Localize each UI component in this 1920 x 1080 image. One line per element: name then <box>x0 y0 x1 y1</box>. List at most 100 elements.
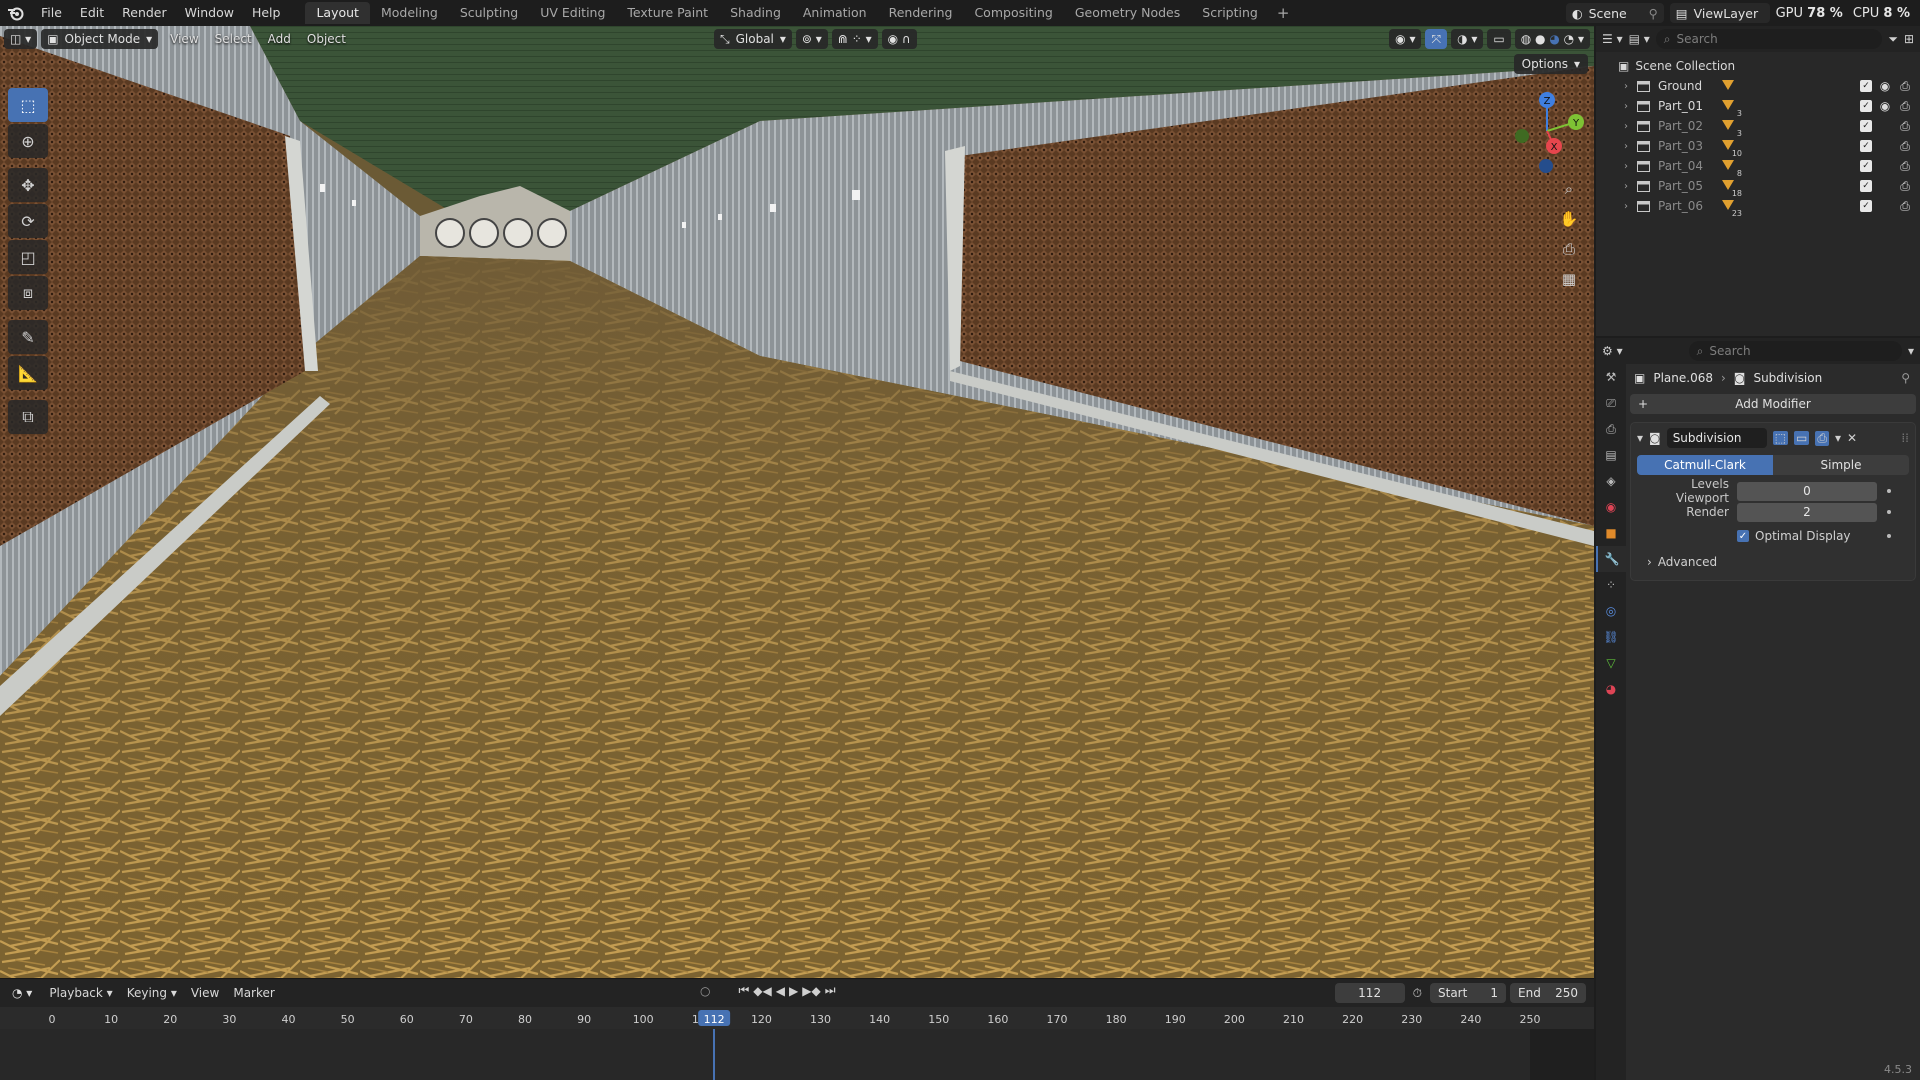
tab-world[interactable]: ◉ <box>1596 494 1626 520</box>
expand-arrow-icon[interactable]: › <box>1618 141 1634 152</box>
eye-icon[interactable]: ◉ <box>1878 99 1892 113</box>
drag-handle-icon[interactable]: ⁞⁞ <box>1901 431 1909 445</box>
tab-output[interactable]: ⎙ <box>1596 416 1626 442</box>
menu-window[interactable]: Window <box>176 0 243 26</box>
eye-icon[interactable]: ◉ <box>1878 79 1892 93</box>
expand-arrow-icon[interactable]: › <box>1618 201 1634 212</box>
move-tool[interactable]: ✥ <box>8 168 48 202</box>
rotate-tool[interactable]: ⟳ <box>8 204 48 238</box>
camera-render-icon[interactable]: ⎙ <box>1898 159 1912 174</box>
tab-view-layer[interactable]: ▤ <box>1596 442 1626 468</box>
camera-render-icon[interactable]: ⎙ <box>1898 79 1912 94</box>
close-icon[interactable]: ✕ <box>1847 431 1857 445</box>
outliner-row[interactable]: › Ground ✓ ◉ ⎙ <box>1596 76 1920 96</box>
tab-data[interactable]: ▽ <box>1596 650 1626 676</box>
keyframe-dot-icon[interactable] <box>1887 489 1891 493</box>
edit-mode-toggle-icon[interactable]: ⬚ <box>1772 431 1789 445</box>
visibility-button[interactable]: ◉ ▾ <box>1389 29 1422 49</box>
measure-tool[interactable]: 📐 <box>8 356 48 390</box>
timeline-track[interactable] <box>0 1029 1594 1080</box>
properties-search-input[interactable]: ⌕ Search <box>1688 341 1902 361</box>
add-workspace-button[interactable]: + <box>1269 4 1298 22</box>
transform-orientation-selector[interactable]: ⤡ Global ▾ <box>714 29 792 49</box>
exclude-checkbox[interactable]: ✓ <box>1860 200 1872 212</box>
menu-render[interactable]: Render <box>113 0 176 26</box>
expand-arrow-icon[interactable]: › <box>1618 161 1634 172</box>
advanced-subpanel[interactable]: › Advanced <box>1637 552 1909 572</box>
eye-hidden-icon[interactable]: ◉ <box>1878 139 1892 153</box>
zoom-button[interactable]: ⌕ <box>1556 176 1582 202</box>
camera-view-button[interactable]: ⎙ <box>1556 236 1582 262</box>
viewport-menu-add[interactable]: Add <box>260 32 299 46</box>
scene-collection-row[interactable]: ▣ Scene Collection <box>1596 56 1920 76</box>
exclude-checkbox[interactable]: ✓ <box>1860 140 1872 152</box>
scene-selector[interactable]: ◐ Scene ⚲ <box>1565 3 1664 23</box>
outliner-row[interactable]: › Part_04 8 ✓ ◉ ⎙ <box>1596 156 1920 179</box>
keyframe-dot-icon[interactable] <box>1887 534 1891 538</box>
timeline-menu-marker[interactable]: Marker <box>226 986 281 1000</box>
tab-shading[interactable]: Shading <box>719 2 792 24</box>
timeline-menu-view[interactable]: View <box>184 986 226 1000</box>
navigation-gizmo[interactable]: Z Y X <box>1502 86 1592 176</box>
wireframe-shading-icon[interactable]: ◍ <box>1521 32 1531 46</box>
tab-compositing[interactable]: Compositing <box>963 2 1063 24</box>
keyframe-dot-icon[interactable] <box>1887 510 1891 514</box>
perspective-toggle-button[interactable]: ▦ <box>1556 266 1582 292</box>
collapse-chevron-icon[interactable]: ▾ <box>1637 431 1643 445</box>
outliner-row[interactable]: › Part_05 18 ✓ ◉ ⎙ <box>1596 176 1920 199</box>
tab-tool[interactable]: ⚒ <box>1596 364 1626 390</box>
tab-layout[interactable]: Layout <box>305 2 370 24</box>
gizmo-toggle-button[interactable]: ⤧ <box>1425 29 1448 49</box>
overlays-button[interactable]: ◑ ▾ <box>1451 29 1484 49</box>
menu-edit[interactable]: Edit <box>71 0 113 26</box>
new-collection-icon[interactable]: ⊞ <box>1904 32 1914 46</box>
tab-modifiers[interactable]: 🔧 <box>1596 546 1626 572</box>
catmull-clark-option[interactable]: Catmull-Clark <box>1637 455 1773 475</box>
outliner-row[interactable]: › Part_03 10 ✓ ◉ ⎙ <box>1596 136 1920 159</box>
exclude-checkbox[interactable]: ✓ <box>1860 160 1872 172</box>
expand-arrow-icon[interactable]: › <box>1618 181 1634 192</box>
shading-mode-group[interactable]: ◍ ● ◕ ◔ ▾ <box>1514 29 1590 49</box>
record-icon[interactable]: ○ <box>700 984 710 998</box>
camera-render-icon[interactable]: ⎙ <box>1898 179 1912 194</box>
tab-rendering[interactable]: Rendering <box>878 2 964 24</box>
expand-arrow-icon[interactable]: › <box>1618 101 1634 112</box>
start-frame-field[interactable]: Start 1 <box>1430 983 1506 1003</box>
rendered-shading-icon[interactable]: ◔ <box>1564 32 1574 46</box>
stopwatch-icon[interactable]: ⏱ <box>1413 986 1422 1001</box>
viewport-toggle-icon[interactable]: ▭ <box>1794 431 1810 445</box>
tab-object[interactable]: ■ <box>1596 520 1626 546</box>
prev-keyframe-icon[interactable]: ◆◀ <box>753 984 771 998</box>
timeline-editor-type-button[interactable]: ◔ ▾ <box>6 983 38 1003</box>
optimal-display-checkbox[interactable]: ✓ <box>1737 530 1749 542</box>
play-icon[interactable]: ▶ <box>789 984 798 998</box>
tab-scene[interactable]: ◈ <box>1596 468 1626 494</box>
jump-start-icon[interactable]: ⏮ <box>738 983 749 998</box>
exclude-checkbox[interactable]: ✓ <box>1860 80 1872 92</box>
filter-icon[interactable]: ⏷ <box>1888 32 1898 47</box>
play-reverse-icon[interactable]: ◀ <box>776 984 785 998</box>
eye-hidden-icon[interactable]: ◉ <box>1878 179 1892 193</box>
tab-render[interactable]: ⎚ <box>1596 390 1626 416</box>
tab-texture-paint[interactable]: Texture Paint <box>616 2 719 24</box>
options-button[interactable]: Options ▾ <box>1513 54 1588 74</box>
eye-hidden-icon[interactable]: ◉ <box>1878 119 1892 133</box>
pin-icon[interactable]: ⚲ <box>1901 371 1910 385</box>
3d-viewport[interactable]: ◫ ▾ ▣ Object Mode ▾ View Select Add Obje… <box>0 26 1594 978</box>
chevron-down-icon[interactable]: ▾ <box>1835 431 1841 445</box>
outliner-search-input[interactable]: ⌕ Search <box>1655 29 1883 49</box>
tab-modeling[interactable]: Modeling <box>370 2 449 24</box>
expand-arrow-icon[interactable]: › <box>1618 81 1634 92</box>
cursor-tool[interactable]: ⊕ <box>8 124 48 158</box>
scale-tool[interactable]: ◰ <box>8 240 48 274</box>
proportional-edit-button[interactable]: ◉ ∩ <box>881 29 917 49</box>
pan-button[interactable]: ✋ <box>1556 206 1582 232</box>
tab-sculpting[interactable]: Sculpting <box>449 2 529 24</box>
camera-render-icon[interactable]: ⎙ <box>1898 99 1912 114</box>
outliner-editor-icon[interactable]: ☰ ▾ <box>1602 32 1623 46</box>
exclude-checkbox[interactable]: ✓ <box>1860 100 1872 112</box>
tab-animation[interactable]: Animation <box>792 2 878 24</box>
current-frame-field[interactable]: 112 <box>1334 983 1405 1003</box>
eye-hidden-icon[interactable]: ◉ <box>1878 199 1892 213</box>
next-keyframe-icon[interactable]: ▶◆ <box>802 984 820 998</box>
